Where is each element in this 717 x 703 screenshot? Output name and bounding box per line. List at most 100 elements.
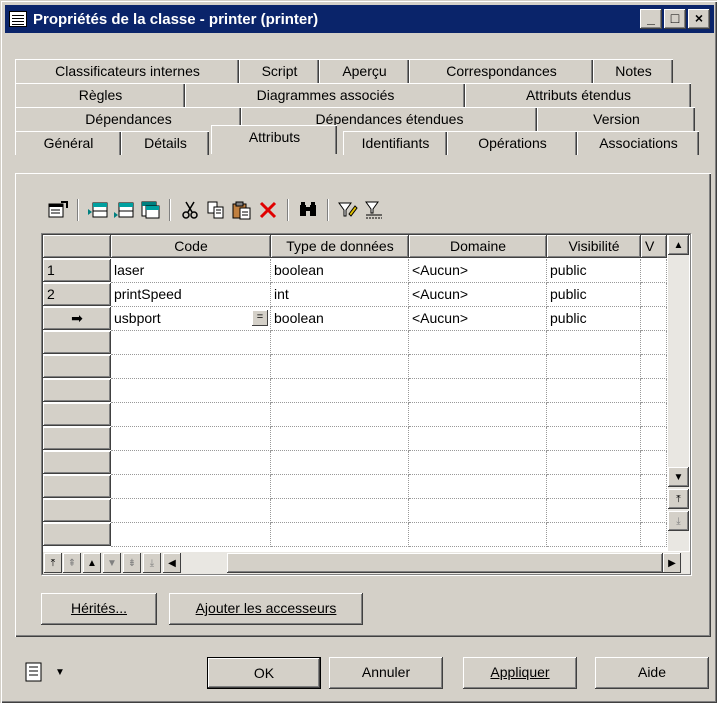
- filter-icon[interactable]: [335, 198, 361, 222]
- cell-type[interactable]: [271, 451, 409, 475]
- cell-visibility[interactable]: [547, 499, 641, 523]
- previous-row-icon[interactable]: ▲: [83, 553, 101, 573]
- cell-extra[interactable]: [641, 331, 667, 355]
- row-header[interactable]: [43, 355, 111, 378]
- horizontal-scroll-thumb[interactable]: [227, 553, 663, 573]
- tab-identifiants[interactable]: Identifiants: [343, 131, 447, 155]
- row-header[interactable]: [43, 475, 111, 498]
- cell-type[interactable]: [271, 475, 409, 499]
- cell-visibility[interactable]: [547, 355, 641, 379]
- tab-general[interactable]: Général: [15, 131, 121, 155]
- ellipsis-button[interactable]: =: [252, 310, 268, 326]
- cell-visibility[interactable]: [547, 475, 641, 499]
- tab-classificateurs-internes[interactable]: Classificateurs internes: [15, 59, 239, 83]
- cell-domain[interactable]: [409, 355, 547, 379]
- cell-visibility[interactable]: public: [547, 259, 641, 283]
- first-row-icon[interactable]: ⤒: [44, 553, 62, 573]
- cell-code[interactable]: [111, 403, 271, 427]
- scroll-up-button[interactable]: ▲: [668, 235, 689, 255]
- cell-domain[interactable]: <Aucun>: [409, 259, 547, 283]
- row-header[interactable]: ➡: [43, 307, 111, 330]
- row-header[interactable]: [43, 379, 111, 402]
- column-header-type[interactable]: Type de données: [271, 235, 409, 258]
- column-header-extra[interactable]: V: [641, 235, 667, 258]
- cell-domain[interactable]: [409, 379, 547, 403]
- cell-extra[interactable]: [641, 523, 667, 547]
- cell-code[interactable]: [111, 499, 271, 523]
- add-objects-icon[interactable]: [137, 198, 163, 222]
- menu-icon[interactable]: ▼: [23, 659, 79, 685]
- row-header[interactable]: 2: [43, 283, 111, 306]
- scroll-left-button[interactable]: ◀: [163, 553, 181, 573]
- tab-regles[interactable]: Règles: [15, 83, 185, 107]
- scroll-down-button[interactable]: ▼: [668, 467, 689, 487]
- cell-extra[interactable]: [641, 283, 667, 307]
- help-button[interactable]: Aide: [595, 657, 709, 689]
- tab-apercu[interactable]: Aperçu: [319, 59, 409, 83]
- cell-extra[interactable]: [641, 475, 667, 499]
- add-accessors-button[interactable]: Ajouter les accesseurs: [169, 593, 363, 625]
- cell-code[interactable]: [111, 451, 271, 475]
- cell-code[interactable]: [111, 523, 271, 547]
- cell-code[interactable]: [111, 379, 271, 403]
- tab-correspondances[interactable]: Correspondances: [409, 59, 593, 83]
- row-header[interactable]: [43, 427, 111, 450]
- cell-code[interactable]: [111, 427, 271, 451]
- column-header-visibility[interactable]: Visibilité: [547, 235, 641, 258]
- cell-type[interactable]: int: [271, 283, 409, 307]
- cell-domain[interactable]: [409, 331, 547, 355]
- cell-type[interactable]: boolean: [271, 259, 409, 283]
- cell-code[interactable]: [111, 355, 271, 379]
- cell-visibility[interactable]: public: [547, 283, 641, 307]
- cell-visibility[interactable]: [547, 523, 641, 547]
- clear-filter-icon[interactable]: [361, 198, 387, 222]
- cell-type[interactable]: boolean: [271, 307, 409, 331]
- cell-visibility[interactable]: public: [547, 307, 641, 331]
- paste-icon[interactable]: [229, 198, 255, 222]
- scroll-top-button[interactable]: ⤒: [668, 489, 689, 509]
- cell-type[interactable]: [271, 331, 409, 355]
- cell-extra[interactable]: [641, 259, 667, 283]
- add-row-icon[interactable]: [111, 198, 137, 222]
- row-header[interactable]: [43, 499, 111, 522]
- vertical-scrollbar[interactable]: ▲ ▼ ⤒ ⤓: [668, 235, 689, 551]
- tab-notes[interactable]: Notes: [593, 59, 673, 83]
- cell-type[interactable]: [271, 355, 409, 379]
- cancel-button[interactable]: Annuler: [329, 657, 443, 689]
- next-row-icon[interactable]: ▼: [103, 553, 121, 573]
- find-icon[interactable]: [295, 198, 321, 222]
- cell-code[interactable]: printSpeed: [111, 283, 271, 307]
- copy-icon[interactable]: [203, 198, 229, 222]
- cell-visibility[interactable]: [547, 331, 641, 355]
- cell-domain[interactable]: <Aucun>: [409, 283, 547, 307]
- cell-extra[interactable]: [641, 403, 667, 427]
- tab-attributs-etendus[interactable]: Attributs étendus: [465, 83, 691, 107]
- cell-type[interactable]: [271, 427, 409, 451]
- cell-domain[interactable]: [409, 403, 547, 427]
- tab-attributs[interactable]: Attributs: [211, 125, 337, 154]
- cell-type[interactable]: [271, 499, 409, 523]
- maximize-button[interactable]: □: [664, 9, 686, 29]
- tab-version[interactable]: Version: [537, 107, 695, 131]
- cell-extra[interactable]: [641, 355, 667, 379]
- cell-extra[interactable]: [641, 307, 667, 331]
- page-down-icon[interactable]: ⇟: [123, 553, 141, 573]
- minimize-button[interactable]: _: [640, 9, 662, 29]
- insert-row-icon[interactable]: [85, 198, 111, 222]
- column-header-domain[interactable]: Domaine: [409, 235, 547, 258]
- row-header[interactable]: [43, 331, 111, 354]
- cell-domain[interactable]: [409, 523, 547, 547]
- tab-associations[interactable]: Associations: [577, 131, 699, 155]
- tab-details[interactable]: Détails: [121, 131, 209, 155]
- last-row-icon[interactable]: ⤓: [143, 553, 161, 573]
- row-header[interactable]: [43, 403, 111, 426]
- tab-dependances[interactable]: Dépendances: [15, 107, 241, 131]
- tab-operations[interactable]: Opérations: [447, 131, 577, 155]
- cell-domain[interactable]: [409, 475, 547, 499]
- ok-button[interactable]: OK: [207, 657, 321, 689]
- tab-diagrammes-associes[interactable]: Diagrammes associés: [185, 83, 465, 107]
- cell-type[interactable]: [271, 403, 409, 427]
- cell-type[interactable]: [271, 379, 409, 403]
- cut-icon[interactable]: [177, 198, 203, 222]
- cell-visibility[interactable]: [547, 451, 641, 475]
